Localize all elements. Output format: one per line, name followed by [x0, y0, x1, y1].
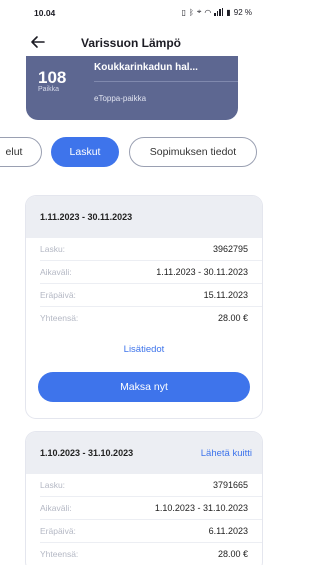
- row-value: 15.11.2023: [203, 290, 248, 300]
- invoice-row-due-date: Eräpäivä: 6.11.2023: [26, 520, 262, 543]
- tab-previous[interactable]: elut: [0, 137, 42, 167]
- invoice-header: 1.10.2023 - 31.10.2023 Lähetä kuitti: [26, 432, 262, 474]
- invoice-row-period: Aikaväli: 1.11.2023 - 30.11.2023: [26, 261, 262, 284]
- send-receipt-link[interactable]: Lähetä kuitti: [201, 448, 252, 459]
- page-title: Varissuon Lämpö: [80, 36, 182, 50]
- vibrate-icon: ▯: [181, 7, 187, 17]
- row-label: Yhteensä:: [40, 549, 79, 559]
- row-value: 3791665: [212, 480, 248, 490]
- row-label: Aikaväli:: [40, 503, 72, 513]
- row-value: 28.00 €: [217, 313, 248, 323]
- contract-card[interactable]: 108 Paikka Koukkarinkadun hal... eToppa-…: [26, 56, 238, 120]
- invoice-card: 1.10.2023 - 31.10.2023 Lähetä kuitti Las…: [26, 432, 262, 565]
- row-label: Eräpäivä:: [40, 526, 76, 536]
- row-label: Lasku:: [40, 244, 66, 254]
- battery-level: 92 %: [233, 7, 252, 17]
- invoice-header: 1.11.2023 - 30.11.2023: [26, 196, 262, 238]
- row-label: Eräpäivä:: [40, 290, 76, 300]
- parking-spot-number: 108: [38, 68, 67, 87]
- row-label: Aikaväli:: [40, 267, 72, 277]
- invoice-details: Lasku: 3962795 Aikaväli: 1.11.2023 - 30.…: [26, 238, 262, 330]
- bluetooth-icon: ᛒ: [189, 7, 194, 17]
- signal-icon: [214, 8, 224, 16]
- status-time: 10.04: [34, 8, 56, 18]
- status-icons: ▯ ᛒ ⌖ ◠ ▮ 92 %: [182, 7, 252, 17]
- invoice-row-number: Lasku: 3791665: [26, 474, 262, 497]
- row-label: Lasku:: [40, 480, 66, 490]
- row-value: 1.10.2023 - 31.10.2023: [154, 503, 248, 513]
- battery-icon: ▮: [226, 7, 231, 17]
- invoice-period: 1.10.2023 - 31.10.2023: [40, 448, 134, 458]
- app-header: Varissuon Lämpö: [0, 26, 262, 60]
- wifi-icon: ◠: [204, 7, 212, 17]
- invoice-row-due-date: Eräpäivä: 15.11.2023: [26, 284, 262, 307]
- divider: [94, 81, 238, 82]
- invoice-details: Lasku: 3791665 Aikaväli: 1.10.2023 - 31.…: [26, 474, 262, 565]
- tab-contract-details[interactable]: Sopimuksen tiedot: [129, 137, 257, 167]
- parking-spot-label: Paikka: [38, 86, 60, 93]
- row-value: 28.00 €: [217, 549, 248, 559]
- pay-now-button[interactable]: Maksa nyt: [38, 372, 250, 402]
- contract-type: eToppa-paikka: [94, 94, 147, 103]
- invoice-row-period: Aikaväli: 1.10.2023 - 31.10.2023: [26, 497, 262, 520]
- row-label: Yhteensä:: [40, 313, 79, 323]
- more-info-link[interactable]: Lisätiedot: [26, 344, 262, 355]
- tab-invoices[interactable]: Laskut: [51, 137, 119, 167]
- invoice-row-number: Lasku: 3962795: [26, 238, 262, 261]
- location-icon: ⌖: [196, 7, 202, 16]
- row-value: 6.11.2023: [208, 526, 248, 536]
- invoice-row-total: Yhteensä: 28.00 €: [26, 543, 262, 565]
- invoice-period: 1.11.2023 - 30.11.2023: [40, 212, 133, 222]
- row-value: 1.11.2023 - 30.11.2023: [156, 267, 248, 277]
- status-bar: 10.04 ▯ ᛒ ⌖ ◠ ▮ 92 %: [0, 0, 262, 26]
- row-value: 3962795: [212, 244, 248, 254]
- invoice-card: 1.11.2023 - 30.11.2023 Lasku: 3962795 Ai…: [26, 196, 262, 418]
- contract-address: Koukkarinkadun hal...: [94, 62, 198, 73]
- tab-bar: elut Laskut Sopimuksen tiedot: [0, 137, 262, 167]
- invoice-row-total: Yhteensä: 28.00 €: [26, 307, 262, 330]
